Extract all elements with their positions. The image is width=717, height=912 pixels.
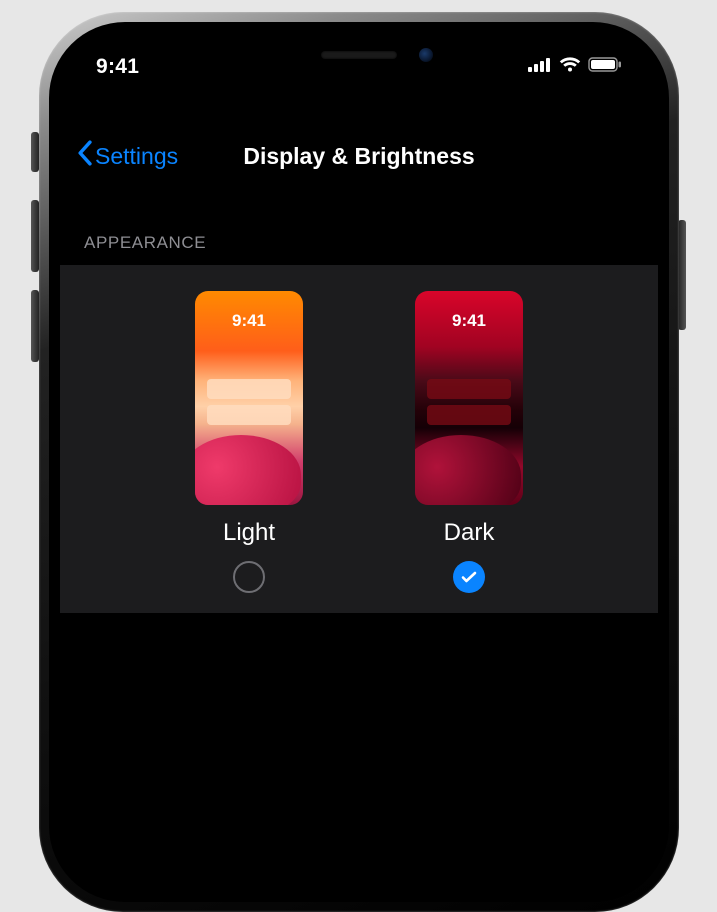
appearance-option-light[interactable]: 9:41 Light: [195, 291, 303, 593]
preview-time: 9:41: [195, 311, 303, 331]
appearance-option-label: Dark: [444, 519, 495, 547]
preview-card: [207, 405, 291, 425]
back-button[interactable]: Settings: [76, 140, 178, 172]
wifi-icon: [559, 57, 581, 78]
volume-down-button: [31, 290, 39, 362]
appearance-option-dark[interactable]: 9:41 Dark: [415, 291, 523, 593]
status-icons: [528, 57, 622, 78]
notch: [219, 33, 499, 77]
appearance-radio-light[interactable]: [233, 561, 265, 593]
preview-blob: [195, 435, 301, 505]
preview-card: [427, 405, 511, 425]
screen: 9:41 Set: [60, 33, 658, 891]
speaker-grille: [321, 51, 397, 59]
appearance-radio-dark[interactable]: [453, 561, 485, 593]
section-label-appearance: APPEARANCE: [60, 223, 658, 265]
checkmark-icon: [460, 568, 478, 586]
preview-card: [427, 379, 511, 399]
appearance-preview-light: 9:41: [195, 291, 303, 505]
appearance-option-label: Light: [223, 519, 275, 547]
appearance-preview-dark: 9:41: [415, 291, 523, 505]
back-label: Settings: [95, 143, 178, 170]
volume-up-button: [31, 200, 39, 272]
preview-time: 9:41: [415, 311, 523, 331]
nav-header: Settings Display & Brightness: [60, 133, 658, 179]
front-camera: [419, 48, 433, 62]
mute-switch: [31, 132, 39, 172]
phone-frame: 9:41 Set: [39, 12, 679, 912]
preview-card: [207, 379, 291, 399]
preview-blob: [415, 435, 521, 505]
power-button: [678, 220, 686, 330]
cellular-signal-icon: [528, 58, 552, 77]
appearance-section: APPEARANCE 9:41 Light: [60, 223, 658, 613]
battery-icon: [588, 57, 622, 77]
status-time: 9:41: [96, 55, 139, 79]
appearance-panel: 9:41 Light 9:41: [60, 265, 658, 613]
chevron-left-icon: [76, 140, 95, 172]
